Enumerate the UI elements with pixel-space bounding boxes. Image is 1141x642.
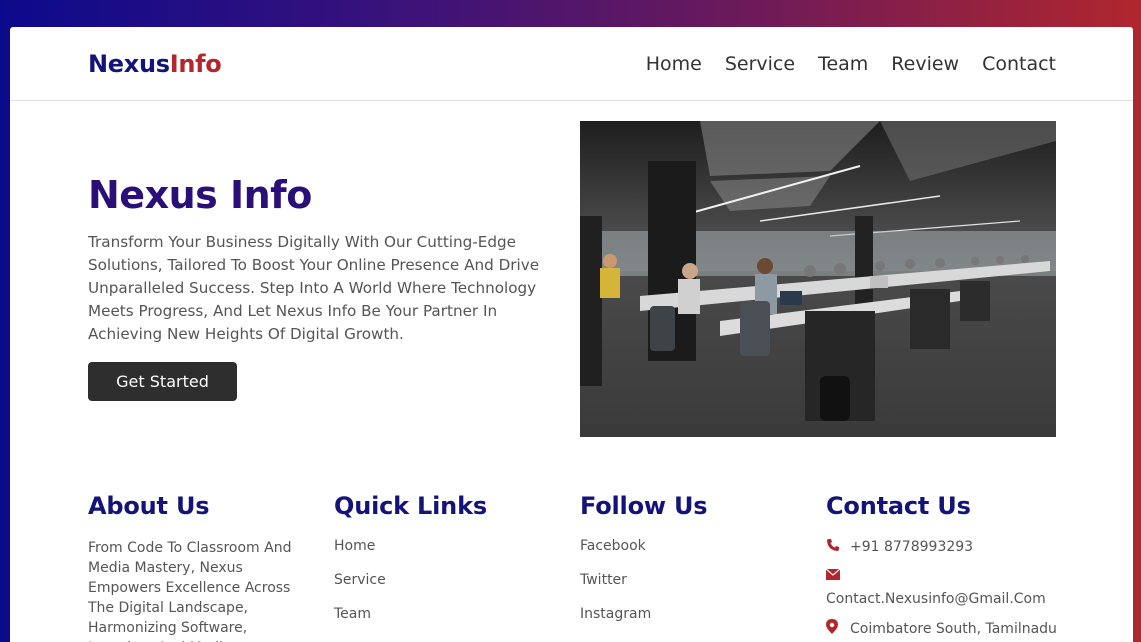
page: NexusInfo Home Service Team Review Conta… bbox=[10, 27, 1133, 642]
follow-us-section: Follow Us Facebook Twitter Instagram bbox=[580, 492, 826, 642]
footer-link-team[interactable]: Team bbox=[334, 606, 580, 640]
location-text: Coimbatore South, Tamilnadu bbox=[850, 620, 1057, 637]
contact-title: Contact Us bbox=[826, 492, 971, 520]
quick-links-title: Quick Links bbox=[334, 492, 487, 520]
nav-team-link[interactable]: Team bbox=[818, 53, 868, 75]
navbar: NexusInfo Home Service Team Review Conta… bbox=[10, 27, 1133, 101]
quick-links-section: Quick Links Home Service Team bbox=[334, 492, 580, 642]
logo-part-info: Info bbox=[169, 49, 222, 78]
hero-title: Nexus Info bbox=[88, 173, 312, 217]
nav-contact-link[interactable]: Contact bbox=[982, 53, 1056, 75]
phone-number[interactable]: +91 8778993293 bbox=[850, 539, 973, 555]
nav-review-link[interactable]: Review bbox=[891, 53, 959, 75]
hero-text: Nexus Info Transform Your Business Digit… bbox=[88, 173, 558, 401]
nav-menu: Home Service Team Review Contact bbox=[646, 53, 1056, 75]
contact-phone: +91 8778993293 bbox=[826, 538, 1072, 556]
footer-link-home[interactable]: Home bbox=[334, 538, 580, 572]
logo[interactable]: NexusInfo bbox=[88, 49, 222, 78]
envelope-icon bbox=[825, 568, 842, 584]
contact-email: Contact.Nexusinfo@Gmail.Com bbox=[825, 568, 1072, 607]
phone-icon bbox=[826, 538, 842, 556]
hero-section: Nexus Info Transform Your Business Digit… bbox=[10, 101, 1133, 471]
footer-link-service[interactable]: Service bbox=[334, 572, 580, 606]
get-started-button[interactable]: Get Started bbox=[88, 362, 237, 401]
office-photo-illustration bbox=[580, 121, 1056, 437]
footer: About Us From Code To Classroom And Medi… bbox=[88, 492, 1133, 642]
office-photo bbox=[580, 121, 1056, 437]
facebook-link[interactable]: Facebook bbox=[580, 538, 826, 572]
nav-home-link[interactable]: Home bbox=[646, 53, 702, 75]
about-section: About Us From Code To Classroom And Medi… bbox=[88, 492, 334, 642]
hero-description: Transform Your Business Digitally With O… bbox=[88, 233, 540, 343]
instagram-link[interactable]: Instagram bbox=[580, 606, 826, 640]
nav-service-link[interactable]: Service bbox=[725, 53, 795, 75]
twitter-link[interactable]: Twitter bbox=[580, 572, 826, 606]
follow-us-title: Follow Us bbox=[580, 492, 708, 520]
contact-location: Coimbatore South, Tamilnadu bbox=[826, 619, 1072, 638]
about-title: About Us bbox=[88, 492, 210, 520]
about-text: From Code To Classroom And Media Mastery… bbox=[88, 540, 292, 642]
contact-section: Contact Us +91 8778993293 Contact.Nexusi… bbox=[825, 492, 1072, 642]
email-address[interactable]: Contact.Nexusinfo@Gmail.Com bbox=[826, 591, 1046, 607]
map-pin-icon bbox=[826, 619, 842, 638]
logo-part-nexus: Nexus bbox=[88, 49, 170, 78]
